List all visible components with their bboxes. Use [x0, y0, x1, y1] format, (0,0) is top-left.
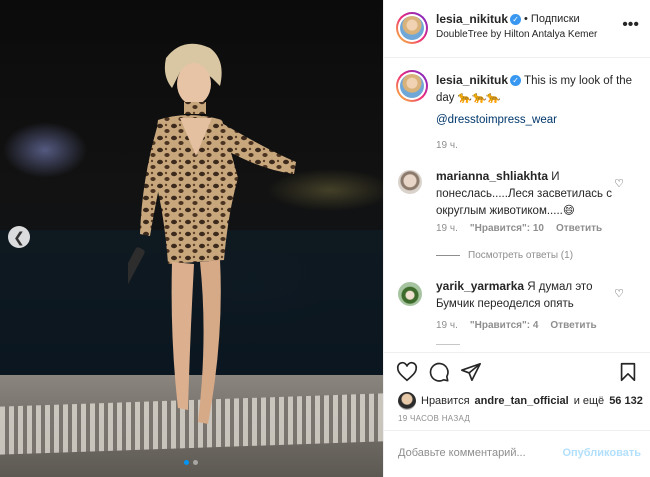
more-options-icon[interactable]: ••• [622, 16, 639, 34]
comment-username[interactable]: yarik_yarmarka [436, 279, 524, 293]
caption: lesia_nikituk ✓ This is my look of the da… [436, 72, 636, 107]
likes-summary: Нравится andre_tan_official и ещё 56 132 [398, 392, 643, 410]
comment: yarik_yarmarka Я думал это Бумчик переод… [436, 278, 614, 313]
comment-time[interactable]: 19 ч. [436, 320, 458, 331]
caption-username[interactable]: lesia_nikituk [436, 73, 508, 87]
save-bookmark-icon[interactable] [617, 361, 639, 383]
carousel-prev-button[interactable]: ❮ [8, 226, 30, 248]
comment-meta: 19 ч. "Нравится": 4 Ответить [436, 320, 597, 331]
author-line: lesia_nikituk ✓ • Подписки [436, 12, 580, 26]
view-replies-label: Посмотреть ответы (1) [468, 250, 574, 261]
commenter-avatar[interactable] [398, 170, 422, 194]
comment-likes-count[interactable]: "Нравится": 4 [470, 320, 539, 331]
commenter-avatar[interactable] [398, 282, 422, 306]
caption-avatar[interactable] [396, 70, 428, 102]
caption-time[interactable]: 19 ч. [436, 140, 458, 151]
likes-prefix: Нравится [421, 395, 470, 407]
comment-username[interactable]: marianna_shliakhta [436, 169, 548, 183]
comment-like-heart-icon[interactable]: ♡ [614, 287, 624, 300]
post-header: lesia_nikituk ✓ • Подписки DoubleTree by… [384, 0, 650, 58]
comment-bubble-icon[interactable] [428, 361, 450, 383]
carousel-indicator [184, 460, 198, 465]
comment-reply-button[interactable]: Ответить [556, 223, 602, 234]
location-link[interactable]: DoubleTree by Hilton Antalya Kemer [436, 29, 597, 40]
author-avatar[interactable] [396, 12, 428, 44]
action-bar [384, 352, 650, 390]
comment-meta: 19 ч. "Нравится": 10 Ответить [436, 223, 602, 234]
like-heart-icon[interactable] [396, 361, 418, 383]
comment: marianna_shliakhta И понеслась.....Леся … [436, 168, 614, 220]
post-details-panel: lesia_nikituk ✓ • Подписки DoubleTree by… [383, 0, 650, 477]
view-replies-button[interactable]: Посмотреть ответы (1) [436, 250, 573, 261]
comment-time[interactable]: 19 ч. [436, 223, 458, 234]
chevron-left-icon: ❮ [13, 228, 25, 245]
liker-username[interactable]: andre_tan_official [475, 395, 569, 407]
post-timestamp[interactable]: 19 ЧАСОВ НАЗАД [398, 414, 470, 423]
verified-badge-icon: ✓ [510, 75, 522, 87]
likes-count[interactable]: 56 132 [609, 395, 643, 407]
post-photo[interactable]: ❮ [0, 0, 383, 477]
verified-badge-icon: ✓ [510, 13, 522, 25]
author-username[interactable]: lesia_nikituk [436, 12, 508, 26]
divider-line [436, 255, 460, 256]
publish-button[interactable]: Опубликовать [562, 447, 641, 459]
comment-like-heart-icon[interactable]: ♡ [614, 177, 624, 190]
woman-figure [128, 43, 296, 424]
separator-dot: • [524, 13, 528, 25]
share-paper-plane-icon[interactable] [460, 361, 482, 383]
likes-suffix: и ещё [573, 395, 605, 407]
clipped-replies-row [436, 344, 586, 350]
caption-mention-link[interactable]: @dresstoimpress_wear [436, 114, 557, 126]
liker-avatar[interactable] [398, 392, 416, 410]
comment-reply-button[interactable]: Ответить [550, 320, 596, 331]
carousel-dot-1 [184, 460, 189, 465]
carousel-dot-2 [193, 460, 198, 465]
following-button[interactable]: Подписки [531, 13, 580, 25]
comment-input[interactable] [396, 446, 560, 460]
comment-likes-count[interactable]: "Нравится": 10 [470, 223, 544, 234]
add-comment-form: Опубликовать [384, 430, 650, 477]
